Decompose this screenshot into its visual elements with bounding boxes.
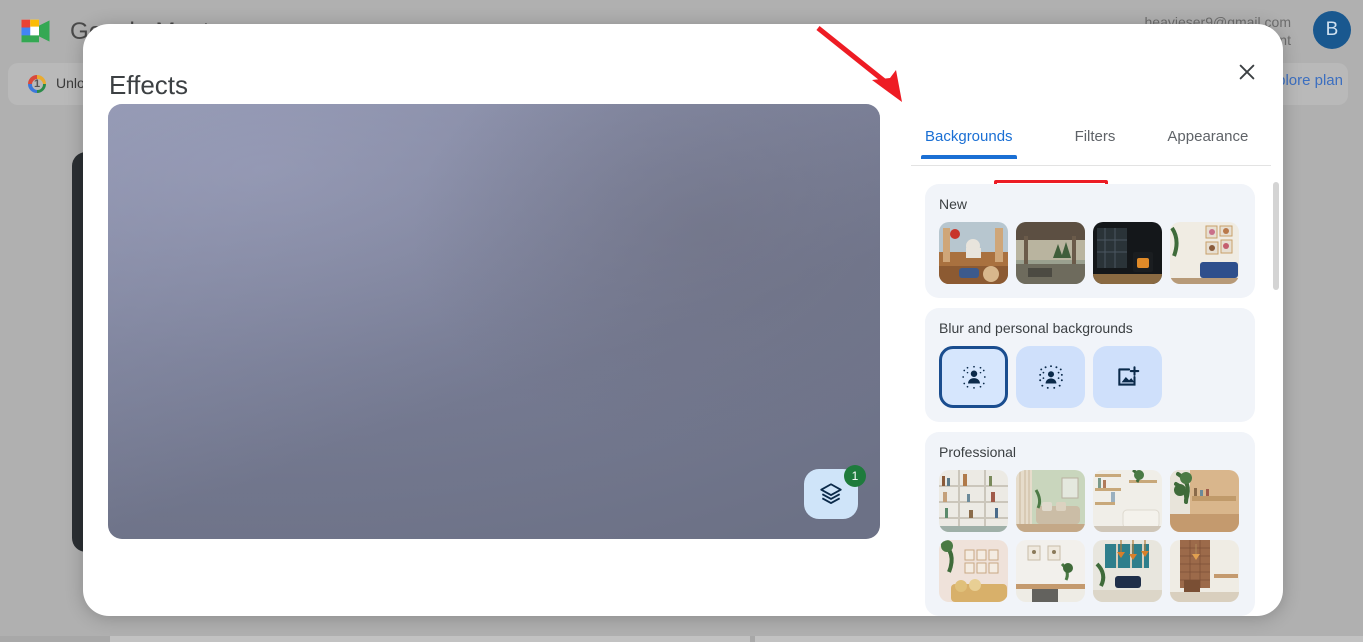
section-blur-title: Blur and personal backgrounds bbox=[939, 320, 1133, 336]
tab-appearance-label: Appearance bbox=[1167, 128, 1249, 145]
google-one-icon: 1 bbox=[28, 75, 46, 93]
close-button[interactable] bbox=[1227, 52, 1267, 92]
effects-scroll-area[interactable]: New Blur and personal backgrounds Profes… bbox=[911, 174, 1283, 616]
section-blur-personal: Blur and personal backgrounds bbox=[925, 308, 1255, 422]
layers-badge: 1 bbox=[844, 465, 866, 487]
section-new-thumbnails bbox=[939, 222, 1243, 284]
brick-wall-dining-background[interactable] bbox=[1170, 540, 1239, 602]
dark-room-fireplace-background[interactable] bbox=[1093, 222, 1162, 284]
google-meet-logo bbox=[21, 19, 50, 43]
gallery-wall-blue-sofa-background[interactable] bbox=[1170, 222, 1239, 284]
bookshelf-background[interactable] bbox=[939, 470, 1008, 532]
tab-filters[interactable]: Filters bbox=[1075, 118, 1116, 159]
close-icon bbox=[1239, 64, 1255, 80]
wood-wall-plant-background[interactable] bbox=[1170, 470, 1239, 532]
white-desk-frames-background[interactable] bbox=[1016, 540, 1085, 602]
section-professional-row-1 bbox=[939, 470, 1243, 532]
tab-backgrounds-label: Backgrounds bbox=[925, 128, 1013, 145]
section-new: New bbox=[925, 184, 1255, 298]
self-view-video-preview: 1 bbox=[108, 104, 880, 539]
tab-filters-label: Filters bbox=[1074, 128, 1116, 145]
teal-office-pendants-background[interactable] bbox=[1093, 540, 1162, 602]
avatar[interactable]: B bbox=[1313, 11, 1351, 49]
effects-panel: Backgrounds Filters Appearance New Blur … bbox=[911, 104, 1283, 616]
effects-tabs: Backgrounds Filters Appearance bbox=[911, 118, 1271, 166]
upload-image-option[interactable] bbox=[1093, 346, 1162, 408]
section-new-title: New bbox=[939, 196, 968, 212]
add-image-icon bbox=[1117, 366, 1139, 386]
section-professional: Professional bbox=[925, 432, 1255, 616]
page-title: Effects bbox=[109, 70, 189, 100]
section-professional-title: Professional bbox=[939, 444, 1017, 460]
bottom-strip-segment bbox=[110, 636, 750, 642]
tab-active-underline bbox=[921, 155, 1017, 159]
panel-scrollbar-thumb[interactable] bbox=[1273, 182, 1279, 290]
green-wall-sofa-background[interactable] bbox=[1016, 470, 1085, 532]
tab-backgrounds[interactable]: Backgrounds bbox=[921, 118, 1017, 159]
effects-dialog: Effects 1 Backgrounds Filters Appearance… bbox=[83, 24, 1283, 616]
layers-icon bbox=[820, 483, 842, 505]
shelves-plant-sofa-background[interactable] bbox=[1093, 470, 1162, 532]
blur-options bbox=[939, 346, 1243, 408]
panel-scrollbar[interactable] bbox=[1273, 182, 1279, 602]
person-full-blur-icon bbox=[1038, 365, 1063, 389]
bottom-strip-segment bbox=[755, 636, 1363, 642]
section-professional-row-2 bbox=[939, 540, 1243, 602]
bottom-strip bbox=[0, 636, 1363, 642]
pergola-patio-background[interactable] bbox=[1016, 222, 1085, 284]
pink-wall-frames-sofa-background[interactable] bbox=[939, 540, 1008, 602]
slight-blur-option[interactable] bbox=[939, 346, 1008, 408]
taj-mahal-terrace-background[interactable] bbox=[939, 222, 1008, 284]
full-blur-option[interactable] bbox=[1016, 346, 1085, 408]
person-slight-blur-icon bbox=[961, 365, 986, 389]
tab-appearance[interactable]: Appearance bbox=[1167, 118, 1248, 159]
